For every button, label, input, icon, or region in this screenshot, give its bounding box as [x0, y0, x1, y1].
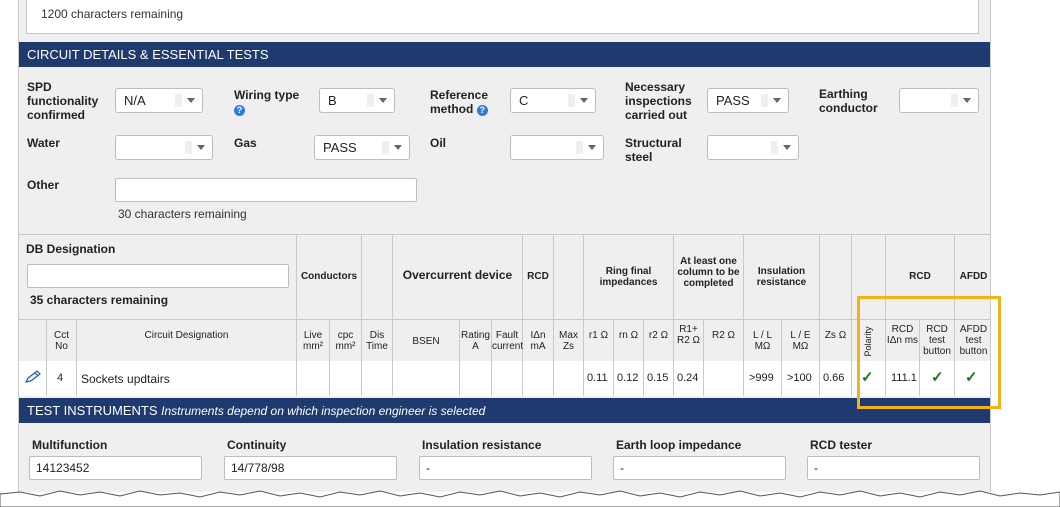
col-bsen: BSEN	[412, 336, 440, 347]
wiring-label: Wiring type ?	[234, 88, 300, 116]
gas-select[interactable]: PASS	[314, 135, 410, 160]
wiring-select[interactable]: B	[319, 88, 395, 113]
col-live: Live mm²	[303, 330, 323, 352]
col-cpc: cpc mm²	[335, 330, 356, 352]
col-fault: Fault current	[492, 330, 524, 352]
multifunction-label: Multifunction	[32, 438, 108, 452]
chevron-down-icon	[187, 98, 195, 103]
db-designation-input[interactable]	[27, 264, 289, 288]
reference-label: Reference method ?	[430, 88, 489, 116]
col-designation: Circuit Designation	[144, 330, 229, 341]
pencil-icon[interactable]	[24, 370, 41, 383]
col-dis: Dis Time	[366, 330, 388, 352]
chevron-down-icon	[783, 145, 791, 150]
water-label: Water	[27, 136, 60, 150]
other-input[interactable]	[115, 178, 417, 202]
col-le: L / E MΩ	[790, 330, 811, 352]
col-idn: IΔn mA	[530, 330, 546, 352]
row-designation: Sockets updtairs	[81, 372, 170, 386]
insulation-input[interactable]: -	[419, 456, 592, 480]
structural-label: Structural steel	[625, 136, 682, 164]
notes-textarea[interactable]: 1200 characters remaining	[26, 0, 979, 34]
overcurrent-header: Overcurrent device	[402, 268, 513, 282]
db-designation-label: DB Designation	[26, 242, 116, 256]
structural-select[interactable]	[707, 135, 799, 160]
col-r1r2: R1+ R2 Ω	[676, 324, 701, 346]
row-cct: 4	[57, 372, 64, 384]
test-instruments-header: TEST INSTRUMENTS Instruments depend on w…	[19, 398, 990, 423]
necessary-select[interactable]: PASS	[707, 88, 789, 113]
rcdtester-label: RCD tester	[810, 438, 873, 452]
oil-select[interactable]	[510, 135, 604, 160]
rcdtester-input[interactable]: -	[807, 456, 980, 480]
highlight-box	[857, 296, 1001, 409]
earthing-label: Earthing conductor	[819, 87, 878, 115]
rcd-header: RCD	[527, 271, 549, 282]
at-least-header: At least one column to be completed	[677, 256, 740, 289]
form-panel: 1200 characters remaining CIRCUIT DETAIL…	[18, 0, 991, 492]
ring-final-header: Ring final impedances	[599, 266, 658, 288]
torn-edge	[0, 490, 1060, 507]
continuity-label: Continuity	[227, 438, 287, 452]
col-r1: r1 Ω	[588, 330, 609, 341]
rcd2-header: RCD	[909, 271, 931, 282]
insulation-label: Insulation resistance	[422, 438, 542, 452]
col-rating: Rating A	[461, 330, 490, 352]
row-r2: 0.15	[647, 372, 669, 384]
oil-label: Oil	[430, 136, 447, 150]
row-le: >100	[787, 372, 812, 384]
earthloop-label: Earth loop impedance	[616, 438, 742, 452]
earthloop-input[interactable]: -	[613, 456, 786, 480]
chevron-down-icon	[394, 145, 402, 150]
insulation-header: Insulation resistance	[756, 266, 807, 288]
chevron-down-icon	[379, 98, 387, 103]
db-remaining: 35 characters remaining	[30, 293, 169, 307]
row-ll: >999	[749, 372, 774, 384]
spd-label: SPD functionality confirmed	[27, 80, 99, 122]
notes-remaining: 1200 characters remaining	[41, 7, 184, 21]
col-cct: Cct No	[54, 330, 69, 352]
conductors-header: Conductors	[300, 271, 358, 282]
row-zs: 0.66	[823, 372, 845, 384]
col-zs: Zs Ω	[824, 330, 847, 341]
col-maxzs: Max Zs	[559, 330, 578, 352]
other-remaining: 30 characters remaining	[118, 207, 247, 221]
chevron-down-icon	[588, 145, 596, 150]
reference-select[interactable]: C	[510, 88, 596, 113]
continuity-input[interactable]: 14/778/98	[224, 456, 397, 480]
help-icon[interactable]: ?	[234, 105, 245, 116]
chevron-down-icon	[773, 98, 781, 103]
chevron-down-icon	[580, 98, 588, 103]
other-label: Other	[27, 178, 60, 192]
necessary-label: Necessary inspections carried out	[625, 80, 692, 122]
water-select[interactable]	[115, 135, 213, 160]
earthing-select[interactable]	[899, 88, 979, 113]
col-r2: r2 Ω	[648, 330, 669, 341]
col-R2: R2 Ω	[711, 330, 736, 341]
circuit-section-header: CIRCUIT DETAILS & ESSENTIAL TESTS	[19, 42, 990, 67]
chevron-down-icon	[197, 145, 205, 150]
row-rn: 0.12	[617, 372, 639, 384]
multifunction-input[interactable]: 14123452	[29, 456, 202, 480]
col-rn: rn Ω	[618, 330, 639, 341]
gas-label: Gas	[234, 136, 257, 150]
spd-select[interactable]: N/A	[115, 88, 203, 113]
chevron-down-icon	[963, 98, 971, 103]
help-icon[interactable]: ?	[476, 105, 488, 116]
row-r1r2: 0.24	[677, 372, 699, 384]
afdd-header: AFDD	[959, 271, 988, 282]
col-ll: L / L MΩ	[752, 330, 773, 352]
row-r1: 0.11	[587, 372, 608, 384]
